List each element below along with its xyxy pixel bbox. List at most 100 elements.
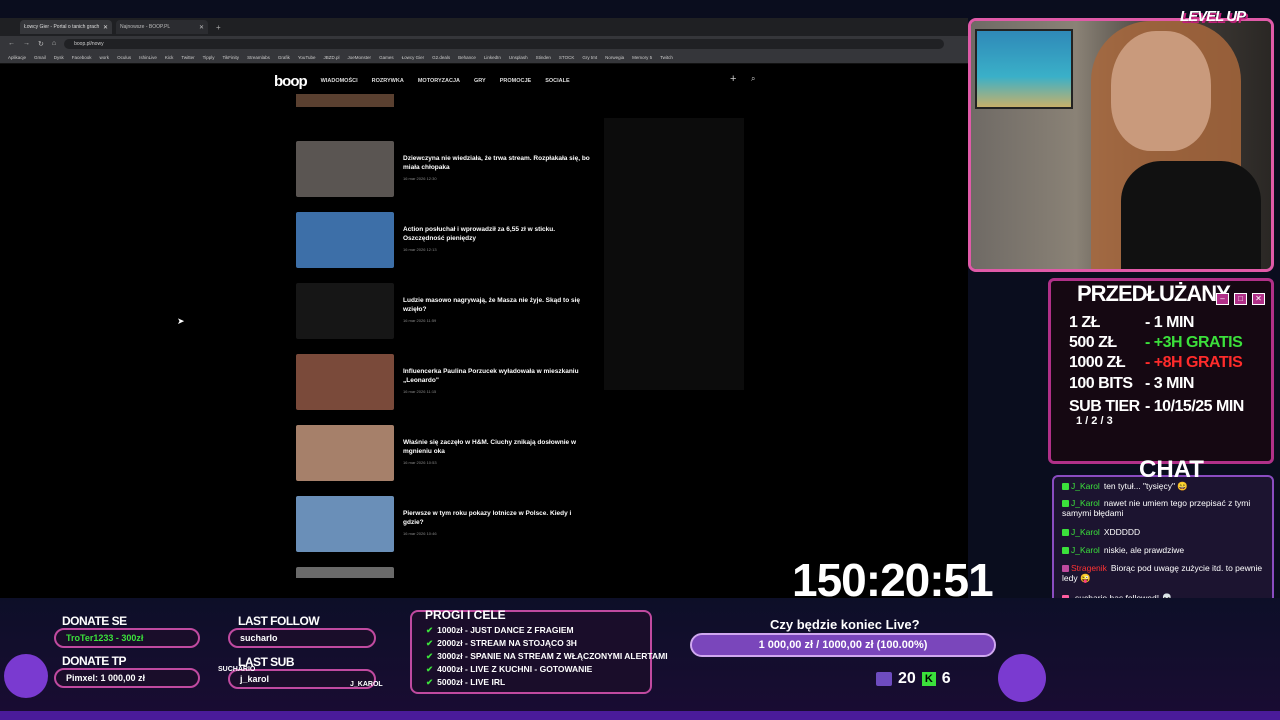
bookmark-item[interactable]: Streamlabs — [247, 55, 270, 60]
article-thumbnail[interactable] — [296, 496, 394, 552]
site-logo[interactable]: boop — [274, 73, 308, 90]
article-thumbnail[interactable] — [296, 354, 394, 410]
bookmark-item[interactable]: Łowcy Gier — [402, 55, 425, 60]
nav-link[interactable]: MOTORYZACJA — [418, 78, 460, 84]
search-icon[interactable]: ⌕ — [751, 74, 755, 84]
bookmark-item[interactable]: Behance — [458, 55, 476, 60]
bookmark-item[interactable]: Grafik — [278, 55, 290, 60]
bookmark-item[interactable]: Gry tmt — [582, 55, 597, 60]
bookmark-item[interactable]: JoeMonster — [348, 55, 372, 60]
article-thumbnail[interactable] — [296, 283, 394, 339]
bookmark-item[interactable]: Dysk — [54, 55, 64, 60]
bookmark-item[interactable]: G2.deals — [432, 55, 450, 60]
streamer-face — [1111, 31, 1211, 151]
tab-lowcy-gier[interactable]: Łowcy Gier - Portal o tanich grach ✕ — [20, 20, 112, 34]
article-item[interactable]: Właśnie się zaczęło w H&M. Ciuchy znikaj… — [296, 425, 596, 481]
bookmark-item[interactable]: Stinden — [536, 55, 551, 60]
article-thumbnail[interactable] — [296, 567, 394, 578]
chat-badge-icon — [1062, 483, 1069, 491]
bookmark-item[interactable]: Twitch — [660, 55, 673, 60]
bookmark-item[interactable]: Gmail — [34, 55, 46, 60]
article-date: 16 mar 2026 12:30 — [403, 176, 437, 181]
nav-link[interactable]: WIADOMOŚCI — [321, 78, 358, 84]
bookmark-item[interactable]: JBZD.pl — [324, 55, 340, 60]
nav-bar: ← → ↻ ⌂ boop.pl/nowy — [0, 36, 968, 51]
nav-link[interactable]: PROMOCJE — [500, 78, 531, 84]
nav-link[interactable]: SOCIALE — [545, 78, 569, 84]
twitch-viewers: 20 — [898, 670, 916, 687]
home-icon[interactable]: ⌂ — [52, 40, 56, 47]
chat-username[interactable]: J_Karol — [1071, 527, 1100, 537]
donate-tp-text: Pimxel: 1 000,00 zł — [66, 673, 146, 683]
bookmark-item[interactable]: IshinLive — [139, 55, 157, 60]
subathon-rate-row: SUB TIER - 10/15/25 MIN — [1069, 398, 1244, 416]
bookmark-item[interactable]: Memory 5 — [632, 55, 652, 60]
article-title[interactable]: Action posłuchał i wprowadził za 6,55 zł… — [403, 226, 593, 243]
address-bar[interactable]: boop.pl/nowy — [64, 38, 945, 49]
chat-message: J_Karol niskie, ale prawdziwe — [1062, 545, 1272, 555]
tab-boop[interactable]: Najnowsze - BOOP.PL ✕ — [116, 20, 208, 34]
subathon-rate-row: 500 ZŁ - +3H GRATIS — [1069, 334, 1243, 352]
bookmark-item[interactable]: YouTube — [298, 55, 316, 60]
article-thumbnail[interactable] — [296, 141, 394, 197]
close-icon[interactable]: ✕ — [103, 24, 108, 31]
rate-amount: 100 BITS — [1069, 375, 1133, 392]
rate-amount: 500 ZŁ — [1069, 334, 1117, 351]
chat-message: J_Karol XDDDDD — [1062, 527, 1272, 537]
goal-title: Czy będzie koniec Live? — [770, 617, 920, 632]
nav-link[interactable]: ROZRYWKA — [372, 78, 404, 84]
bookmark-item[interactable]: STOCK — [559, 55, 574, 60]
plus-icon[interactable]: + — [730, 73, 736, 85]
article-item[interactable]: Dziewczyna nie wiedziała, że trwa stream… — [296, 141, 596, 197]
bookmark-item[interactable]: Kick — [165, 55, 174, 60]
goal-text: 5000zł - LIVE IRL — [437, 677, 506, 687]
back-icon[interactable]: ← — [8, 40, 15, 47]
bookmark-item[interactable]: Oculus — [117, 55, 131, 60]
chat-badge-icon — [1062, 529, 1069, 537]
bookmark-item[interactable]: Twitter — [181, 55, 194, 60]
chat-username[interactable]: J_Karol — [1071, 545, 1100, 555]
bookmark-item[interactable]: Norwegia — [605, 55, 624, 60]
bookmark-item[interactable]: Games — [379, 55, 394, 60]
forward-icon[interactable]: → — [23, 40, 30, 47]
chat-badge-icon — [1062, 547, 1069, 555]
article-title[interactable]: Influencerka Paulina Porzucek wyładowała… — [403, 368, 593, 385]
reload-icon[interactable]: ↻ — [38, 40, 44, 48]
bookmark-item[interactable]: Tipply — [203, 55, 215, 60]
article-title[interactable]: Ludzie masowo nagrywają, że Masza nie ży… — [403, 297, 593, 314]
chat-username[interactable]: J_Karol — [1071, 498, 1100, 508]
subathon-rate-row: 100 BITS - 3 MIN — [1069, 375, 1194, 393]
rate-reward: - +8H GRATIS — [1145, 354, 1243, 371]
article-date: 16 mar 2026 10:53 — [403, 460, 437, 465]
article-item[interactable]: Pierwsze w tym roku pokazy lotnicze w Po… — [296, 496, 596, 552]
subathon-title: PRZEDŁUŻANY — [1077, 281, 1231, 306]
article-thumbnail[interactable] — [296, 212, 394, 268]
new-tab-icon[interactable]: + — [216, 23, 221, 32]
article-title[interactable]: Pierwsze w tym roku pokazy lotnicze w Po… — [403, 510, 593, 527]
bookmark-item[interactable]: Unsplash — [509, 55, 528, 60]
article-item[interactable]: Ludzie masowo nagrywają, że Masza nie ży… — [296, 283, 596, 339]
bookmark-item[interactable]: Aplikacje — [8, 55, 26, 60]
bookmark-item[interactable]: TikFinity — [222, 55, 239, 60]
article-item[interactable]: Influencerka Paulina Porzucek wyładowała… — [296, 354, 596, 410]
goal-text: 3000zł - SPANIE NA STREAM Z WŁĄCZONYMI A… — [437, 651, 668, 661]
article-title[interactable]: Właśnie się zaczęło w H&M. Ciuchy znikaj… — [403, 439, 593, 456]
bookmark-item[interactable]: work — [100, 55, 110, 60]
article-thumbnail[interactable] — [296, 425, 394, 481]
goal-text: 1000zł - JUST DANCE Z FRAGIEM — [437, 625, 574, 635]
nav-link[interactable]: GRY — [474, 78, 486, 84]
pixel-tree-right — [998, 654, 1046, 702]
article-title[interactable]: Dziewczyna nie wiedziała, że trwa stream… — [403, 155, 593, 172]
article-item[interactable]: Wstawiłeś zdjęcie z Tatr? TPN wynajmuje … — [296, 567, 596, 578]
bookmark-item[interactable]: LinkedIn — [484, 55, 501, 60]
close-icon[interactable]: ✕ — [199, 24, 204, 31]
close-icon: ✕ — [1252, 293, 1265, 305]
article-date: 16 mar 2026 11:59 — [403, 318, 437, 323]
article-item[interactable]: Action posłuchał i wprowadził za 6,55 zł… — [296, 212, 596, 268]
url-text: boop.pl/nowy — [74, 40, 104, 47]
chat-username[interactable]: J_Karol — [1071, 481, 1100, 491]
bookmark-item[interactable]: Facebook — [72, 55, 92, 60]
site-header: boop WIADOMOŚCI ROZRYWKA MOTORYZACJA GRY… — [0, 64, 968, 98]
chat-username[interactable]: Stragenik — [1071, 563, 1107, 573]
rate-reward: - +3H GRATIS — [1145, 334, 1243, 351]
